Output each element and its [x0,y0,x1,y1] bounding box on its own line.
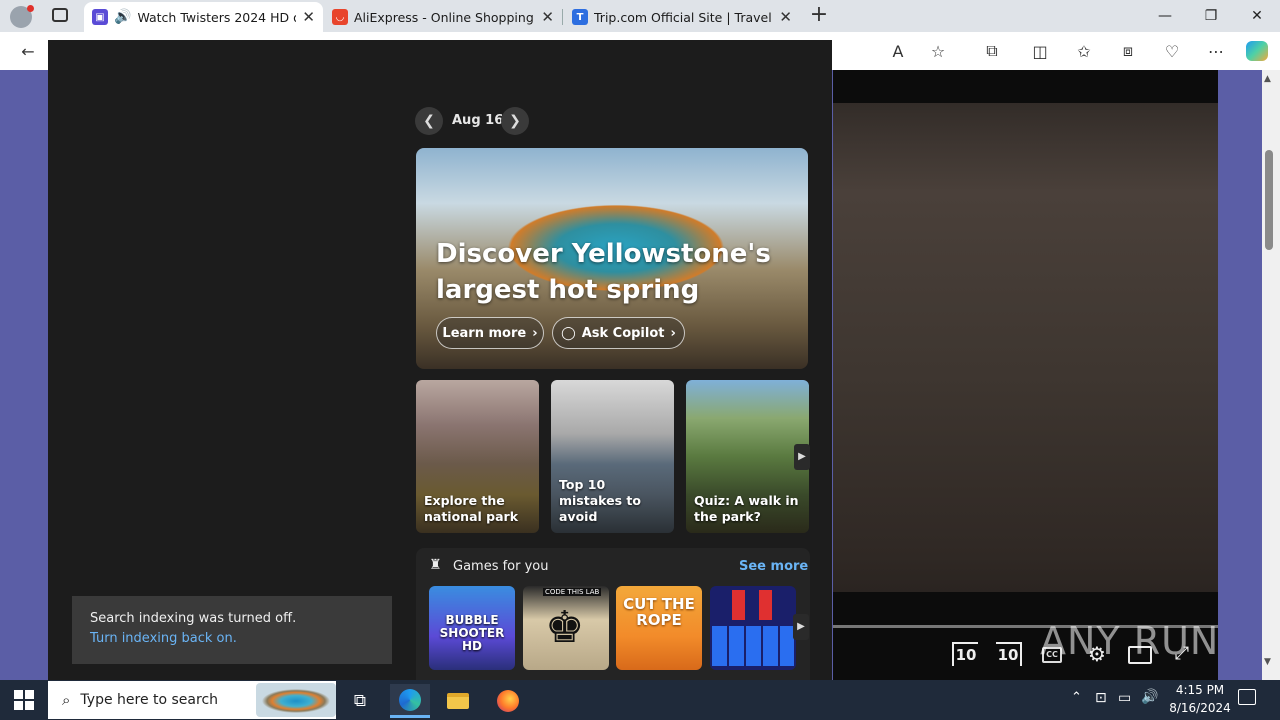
edge-browser-icon[interactable] [390,684,430,718]
games-heading: Games for you [453,559,549,574]
game-title: BUBBLE SHOOTER HD [439,613,505,653]
toast-message: Search indexing was turned off. [90,611,297,626]
game-chess[interactable]: CODE THIS LAB ♚ [523,586,609,670]
tab-title: Trip.com Official Site | Travel Dea [594,9,773,25]
chevron-right-icon: › [670,325,676,341]
card-mistakes[interactable]: Top 10 mistakes to avoid [551,380,674,533]
close-tab-icon[interactable]: ✕ [779,8,792,26]
game-blocks[interactable] [710,586,796,670]
split-screen-icon[interactable]: ◫ [1028,40,1052,62]
search-highlight-image [256,683,336,717]
red-block-icon [732,590,772,620]
tab-trip[interactable]: T Trip.com Official Site | Travel Dea ✕ [564,2,800,32]
minimize-button[interactable]: — [1142,0,1188,32]
rewind-label: 10 [955,646,977,664]
game-publisher: CODE THIS LAB [543,588,602,596]
notifications-icon[interactable] [1238,689,1256,705]
windows-start-icon[interactable] [14,690,34,710]
task-view-icon[interactable]: ⧉ [340,684,380,718]
extensions-icon[interactable]: ⧉ [980,40,1004,62]
forward-label: 10 [997,646,1019,664]
favorite-star-icon[interactable]: ☆ [926,40,950,62]
game-bubble-shooter[interactable]: BUBBLE SHOOTER HD [429,586,515,670]
search-icon: ⌕ [62,691,71,709]
tab-title: Watch Twisters 2024 HD onli [137,9,296,25]
clock-time[interactable]: 4:15 PM [1170,683,1230,697]
tab-separator [562,9,563,25]
close-tab-icon[interactable]: ✕ [302,8,315,26]
scroll-up-arrow[interactable]: ▲ [1264,74,1271,84]
blue-blocks-icon [712,626,794,666]
see-more-link[interactable]: See more [739,559,808,574]
indexing-toast [72,596,392,664]
back-arrow-icon[interactable]: ← [16,40,40,62]
restore-button[interactable]: ❐ [1188,0,1234,32]
search-placeholder: Type here to search [80,692,219,708]
game-cut-the-rope[interactable]: CUT THE ROPE [616,586,702,670]
next-day-button[interactable]: ❯ [501,107,529,135]
learn-more-button[interactable]: Learn more › [436,317,544,349]
hero-title: Discover Yellowstone's largest hot sprin… [436,239,771,305]
more-menu-icon[interactable]: ⋯ [1204,40,1228,62]
file-explorer-icon[interactable] [438,684,478,718]
rewind-10-icon[interactable]: 10 [952,642,978,666]
firefox-icon[interactable] [488,684,528,718]
learn-more-label: Learn more [442,325,527,341]
carousel-next-icon[interactable]: ▶ [794,444,810,470]
ask-copilot-label: Ask Copilot [581,325,665,341]
aliexpress-favicon-icon: ◡ [332,9,348,25]
wifi-icon[interactable]: ▭ [1118,690,1131,706]
tab-aliexpress[interactable]: ◡ AliExpress - Online Shopping für ✕ [324,2,562,32]
card-label: Top 10 mistakes to avoid [559,477,641,524]
games-next-icon[interactable]: ▶ [793,614,809,640]
clock-date[interactable]: 8/16/2024 [1165,701,1235,715]
collections-icon[interactable]: ⧈ [1116,40,1140,62]
tab-actions-icon[interactable] [52,8,68,22]
new-tab-button[interactable]: + [808,4,830,28]
chevron-right-icon: › [532,325,538,341]
copilot-icon[interactable] [1246,41,1268,61]
card-label: Quiz: A walk in the park? [694,493,799,524]
card-label: Explore the national park [424,493,519,524]
ask-copilot-button[interactable]: ◯ Ask Copilot › [552,317,685,349]
tab-title: AliExpress - Online Shopping für [354,9,536,25]
date-label: Aug 16 [452,113,504,128]
close-tab-icon[interactable]: ✕ [541,8,554,26]
tab-twisters[interactable]: ▣ 🔊 Watch Twisters 2024 HD onli ✕ [84,2,323,32]
browser-essentials-icon[interactable]: ♡ [1160,40,1184,62]
game-title: CUT THE ROPE [623,595,695,629]
close-window-button[interactable]: ✕ [1234,0,1280,32]
video-player[interactable] [833,70,1218,680]
scroll-down-arrow[interactable]: ▼ [1264,657,1271,667]
chat-bubble-icon: ◯ [561,325,576,341]
scrollbar-thumb[interactable] [1265,150,1273,250]
prev-day-button[interactable]: ❮ [415,107,443,135]
system-tray-chevron-icon[interactable]: ⌃ [1071,690,1082,705]
card-explore-park[interactable]: Explore the national park [416,380,539,533]
volume-icon[interactable]: 🔊 [1141,689,1158,705]
site-favicon-icon: ▣ [92,9,108,25]
chess-piece-icon: ♚ [545,602,585,653]
turn-indexing-on-link[interactable]: Turn indexing back on. [90,631,237,646]
card-quiz[interactable]: Quiz: A walk in the park? [686,380,809,533]
games-icon: ♜ [429,557,442,573]
speaker-icon[interactable]: 🔊 [114,9,131,25]
network-icon[interactable]: ⊡ [1095,690,1107,706]
read-aloud-icon[interactable]: A [886,40,910,62]
trip-favicon-icon: T [572,9,588,25]
favorites-icon[interactable]: ✩ [1072,40,1096,62]
video-top-bar [833,70,1218,103]
forward-10-icon[interactable]: 10 [996,642,1022,666]
anyrun-watermark: ANY RUN [1040,619,1220,663]
notification-dot [27,5,34,12]
